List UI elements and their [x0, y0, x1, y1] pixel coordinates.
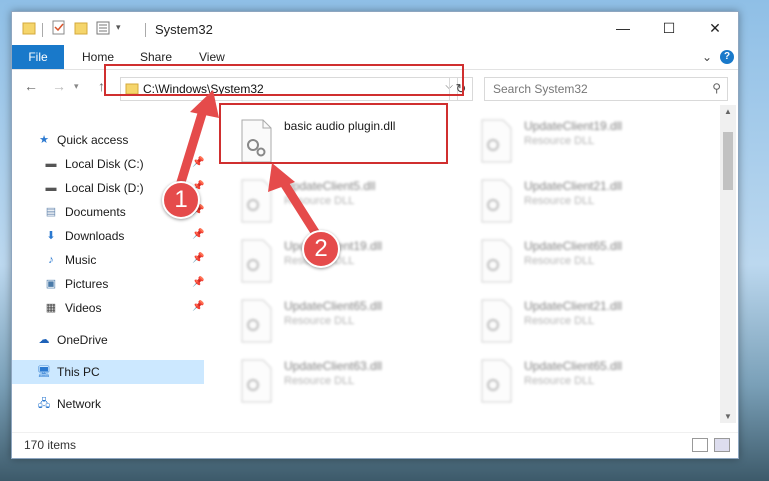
annotation-arrows — [173, 90, 325, 245]
arrow-1-head — [190, 90, 219, 118]
step-1-badge: 1 — [162, 181, 200, 219]
arrow-1 — [173, 99, 210, 197]
step-2-badge: 2 — [302, 230, 340, 268]
